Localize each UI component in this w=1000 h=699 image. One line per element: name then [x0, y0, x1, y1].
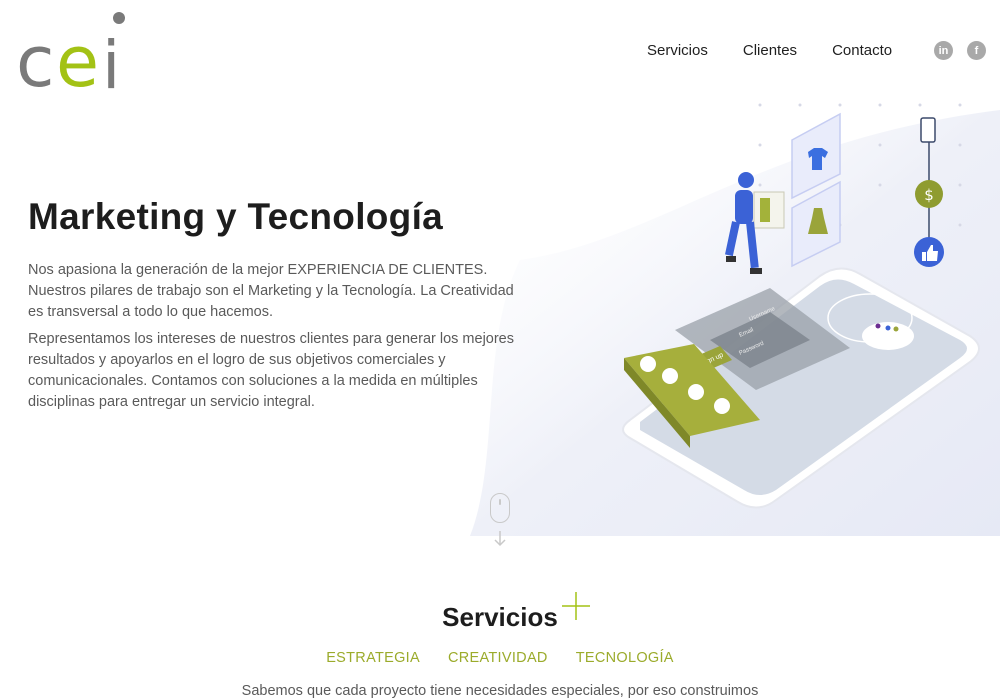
services-tabs: ESTRATEGIA CREATIVIDAD TECNOLOGÍA: [0, 650, 1000, 666]
services-intro: Sabemos que cada proyecto tiene necesida…: [241, 683, 759, 699]
dollar-coin-label: $: [924, 186, 934, 204]
logo-letter-i: i: [102, 27, 120, 104]
scroll-mouse-icon[interactable]: [490, 493, 510, 523]
tab-creatividad[interactable]: CREATIVIDAD: [448, 650, 548, 666]
hero-paragraph-2: Representamos los intereses de nuestros …: [28, 331, 514, 410]
logo-dot: [113, 12, 125, 24]
main-nav: Servicios Clientes Contacto: [647, 42, 892, 59]
tab-estrategia[interactable]: ESTRATEGIA: [326, 650, 420, 666]
logo-letter-c: c: [16, 21, 54, 103]
hero-paragraph-1: Nos apasiona la generación de la mejor E…: [28, 262, 514, 320]
logo[interactable]: c e i: [16, 12, 128, 101]
plus-decoration-icon: [562, 592, 590, 620]
nav-contacto[interactable]: Contacto: [832, 42, 892, 59]
facebook-icon[interactable]: f: [967, 41, 986, 60]
linkedin-icon[interactable]: in: [934, 41, 953, 60]
social-links: in f: [934, 41, 986, 60]
phone-icon: [920, 117, 936, 143]
services-title: Servicios: [442, 602, 558, 632]
tab-tecnologia[interactable]: TECNOLOGÍA: [576, 650, 674, 666]
nav-clientes[interactable]: Clientes: [743, 42, 797, 59]
hero-title: Marketing y Tecnología: [28, 196, 444, 237]
nav-servicios[interactable]: Servicios: [647, 42, 708, 59]
scroll-down-arrow-icon[interactable]: [493, 530, 507, 548]
logo-letter-e: e: [56, 21, 99, 103]
